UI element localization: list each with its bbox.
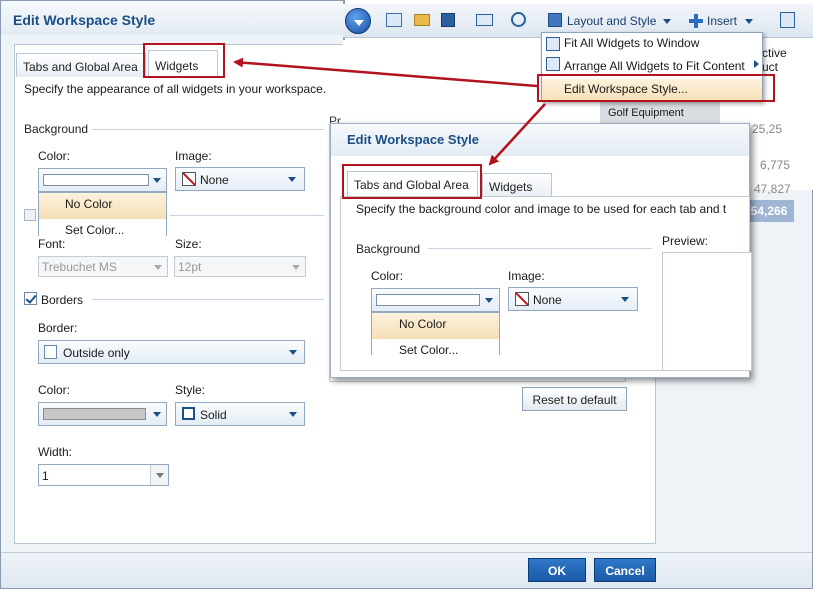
font-select[interactable]: Trebuchet MS [38,256,168,277]
border-color-select[interactable] [38,402,167,426]
border-width-value: 1 [42,469,49,483]
border-outside-icon [44,345,57,359]
borders-checkbox[interactable] [24,292,37,305]
layout-icon [548,13,562,27]
menu-orb-button[interactable] [345,8,371,34]
font-checkbox[interactable] [24,209,36,221]
inset-image-label: Image: [508,269,545,283]
insert-menu[interactable]: Insert [707,14,737,28]
font-label: Font: [38,237,66,251]
chevron-down-icon [289,412,297,417]
fit-window-icon [546,37,560,51]
color-swatch [43,174,149,186]
size-value: 12pt [178,260,202,274]
widget-header-fragment-2: uct [762,60,779,74]
chevron-down-icon [354,20,364,26]
chevron-down-icon [154,265,162,270]
inset-color-select[interactable] [371,288,500,312]
border-select[interactable]: Outside only [38,340,305,364]
inset-tab-widgets[interactable]: Widgets [482,173,552,196]
background-color-select[interactable] [38,168,167,192]
save-icon[interactable] [441,13,455,27]
submenu-arrow-icon [754,60,759,68]
no-image-icon [515,292,529,306]
chevron-down-icon [156,473,164,478]
background-image-value: None [200,173,229,187]
border-width-select[interactable]: 1 [38,464,169,486]
properties-icon[interactable] [780,12,795,28]
tab-tabs-and-global-area[interactable]: Tabs and Global Area [16,53,146,77]
chevron-down-icon [288,177,296,182]
background-image-label: Image: [175,149,212,163]
background-image-select[interactable]: None [175,167,305,191]
inset-background-section: Background [356,242,421,256]
inset-description: Specify the background color and image t… [356,202,727,216]
solid-style-icon [182,407,195,420]
borders-divider [92,299,324,300]
widget-row-label: Golf Equipment [608,107,684,119]
no-color-option[interactable]: No Color [39,193,166,219]
inset-set-color-option[interactable]: Set Color... [372,339,499,365]
chevron-down-icon [745,19,753,24]
dialog-footer [1,552,812,588]
edit-style-highlight [537,74,775,102]
chevron-down-icon [485,298,493,303]
borders-label: Borders [41,293,84,307]
ok-button[interactable]: OK [528,558,586,582]
layout-and-style-menu[interactable]: Layout and Style [567,14,656,28]
inset-color-label: Color: [371,269,404,283]
border-color-swatch [43,408,146,420]
new-widget-icon[interactable] [386,13,402,27]
border-value: Outside only [63,346,130,360]
border-color-label: Color: [38,383,71,397]
inset-color-dropdown-list: No Color Set Color... [371,312,500,365]
border-style-value: Solid [200,408,227,422]
border-label: Border: [38,321,78,335]
open-folder-icon[interactable] [414,14,430,26]
plus-icon [689,14,703,28]
refresh-icon[interactable] [511,12,526,27]
widget-value-3: 47,827 [754,182,791,196]
size-label: Size: [175,237,202,251]
inset-background-divider [428,248,652,249]
chevron-down-icon [663,19,671,24]
email-icon[interactable] [476,14,493,26]
font-value: Trebuchet MS [42,260,117,274]
widget-value-1: 25,25 [752,122,783,136]
color-dropdown-list: No Color Set Color... [38,192,167,245]
chevron-down-icon [292,265,300,270]
inset-image-value: None [533,293,562,307]
border-style-label: Style: [175,383,206,397]
reset-to-default-button[interactable]: Reset to default [522,387,627,411]
arrange-icon [546,57,560,71]
chevron-down-icon [621,297,629,302]
border-width-label: Width: [38,445,73,459]
background-color-label: Color: [38,149,71,163]
background-divider [92,129,324,130]
width-dropdown-button[interactable] [150,465,168,485]
fit-all-widgets-item[interactable]: Fit All Widgets to Window [542,33,762,56]
font-divider [170,215,324,216]
border-style-select[interactable]: Solid [175,402,305,426]
widget-value-2: 6,775 [760,158,791,172]
size-select[interactable]: 12pt [174,256,306,277]
inset-no-color-option[interactable]: No Color [372,313,499,339]
chevron-down-icon [153,412,161,417]
widgets-tab-highlight [143,43,225,78]
dialog-description: Specify the appearance of all widgets in… [24,82,327,96]
inset-image-select[interactable]: None [508,287,638,311]
inset-preview-area [662,252,752,371]
widget-header-fragment-1: ctive [762,46,787,60]
chevron-down-icon [153,178,161,183]
background-section-label: Background [24,122,89,136]
inset-dialog-title: Edit Workspace Style [347,132,479,147]
no-image-icon [182,172,196,186]
cancel-button[interactable]: Cancel [594,558,656,582]
inset-preview-label: Preview: [662,234,709,248]
chevron-down-icon [289,350,297,355]
inset-color-swatch [376,294,480,306]
widget-value-4: 154,266 [744,204,788,218]
tabs-global-highlight [342,164,482,199]
